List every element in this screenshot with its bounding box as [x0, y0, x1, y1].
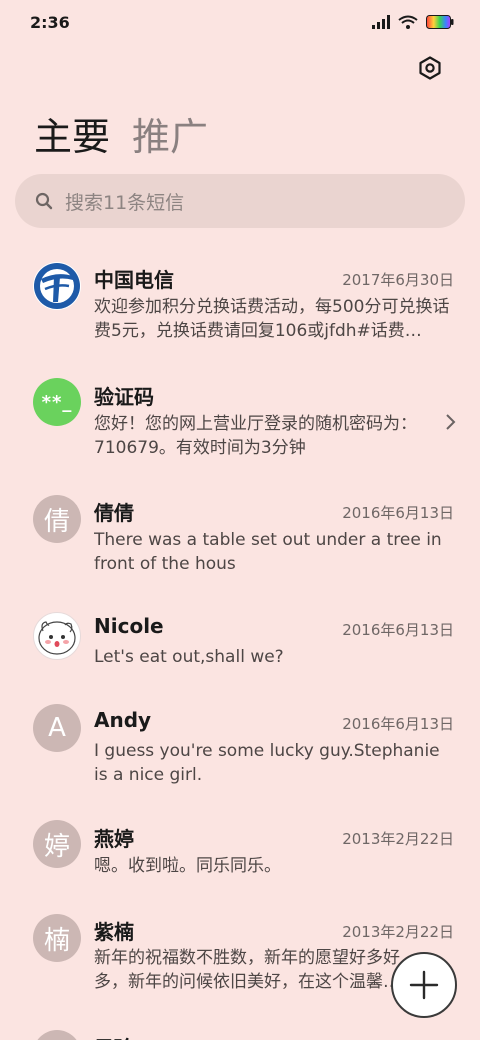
- message-preview: 嗯。收到啦。同乐同乐。: [94, 856, 281, 876]
- conversation-item[interactable]: A Andy 2016年6月13日 I guess you're some lu…: [0, 690, 480, 806]
- avatar: [33, 262, 81, 310]
- avatar: A: [33, 704, 81, 752]
- settings-button[interactable]: [414, 52, 446, 84]
- message-preview: Let's eat out,shall we?: [94, 647, 284, 667]
- message-date: 2017年6月30日: [342, 271, 454, 289]
- contact-name: Andy: [94, 708, 152, 732]
- message-date: 2013年2月22日: [342, 923, 454, 941]
- message-date: 2013年2月22日: [342, 830, 454, 848]
- message-preview: I guess you're some lucky guy.Stephanie …: [94, 741, 440, 785]
- contact-name: 中国电信: [94, 268, 174, 292]
- avatar: 倩: [33, 495, 81, 543]
- china-telecom-logo-icon: [34, 263, 80, 309]
- contact-name: 燕婷: [94, 827, 134, 851]
- signal-icon: [372, 15, 390, 29]
- message-preview: 新年的祝福数不胜数，新年的愿望好多好多，新年的问候依旧美好，在这个温馨的时刻: [94, 948, 400, 992]
- status-time: 2:36: [30, 12, 70, 32]
- avatar: 楠: [33, 914, 81, 962]
- conversation-item[interactable]: Nicole 2016年6月13日 Let's eat out,shall we…: [0, 596, 480, 690]
- search-icon: [35, 192, 53, 210]
- message-preview: 欢迎参加积分兑换话费活动，每500分可兑换话费5元，兑换话费请回复106或jfd…: [94, 297, 450, 341]
- tab-primary[interactable]: 主要: [34, 106, 110, 161]
- search-bar[interactable]: 搜索11条短信: [15, 174, 465, 228]
- message-preview: 您好！您的网上营业厅登录的随机密码为：710679。有效时间为3分钟: [94, 414, 417, 458]
- settings-icon: [419, 56, 441, 80]
- message-preview: There was a table set out under a tree i…: [94, 530, 442, 574]
- message-date: 2016年6月13日: [342, 715, 454, 733]
- tab-promotions[interactable]: 推广: [132, 106, 208, 161]
- avatar: 婷: [33, 820, 81, 868]
- search-placeholder: 搜索11条短信: [65, 191, 185, 214]
- contact-name: 子玲: [94, 1032, 134, 1040]
- chevron-right-icon[interactable]: [444, 413, 456, 431]
- contact-name: 紫楠: [94, 920, 134, 944]
- conversation-item[interactable]: 中国电信 2017年6月30日 欢迎参加积分兑换话费活动，每500分可兑换话费5…: [0, 246, 480, 362]
- conversation-item[interactable]: **_ 验证码 您好！您的网上营业厅登录的随机密码为：710679。有效时间为3…: [0, 362, 480, 479]
- conversation-item[interactable]: 倩 倩倩 2016年6月13日 There was a table set ou…: [0, 479, 480, 596]
- cartoon-face-icon: [38, 621, 76, 655]
- wifi-icon: [398, 15, 418, 29]
- avatar: [33, 612, 81, 660]
- message-date: 2016年6月13日: [342, 504, 454, 522]
- plus-icon: [409, 970, 439, 1000]
- battery-icon: [426, 15, 454, 29]
- tab-bar: 主要 推广: [34, 106, 208, 161]
- contact-name: 倩倩: [94, 501, 134, 525]
- contact-name: 验证码: [94, 385, 154, 409]
- conversation-item[interactable]: 婷 燕婷 2013年2月22日 嗯。收到啦。同乐同乐。: [0, 806, 480, 900]
- avatar: [33, 1030, 81, 1040]
- conversation-item[interactable]: 子玲: [0, 1016, 480, 1040]
- status-bar: 2:36: [0, 0, 480, 44]
- avatar: **_: [33, 378, 81, 426]
- status-icons: [372, 15, 454, 29]
- contact-name: Nicole: [94, 614, 164, 638]
- compose-button[interactable]: [391, 952, 457, 1018]
- message-date: 2016年6月13日: [342, 621, 454, 639]
